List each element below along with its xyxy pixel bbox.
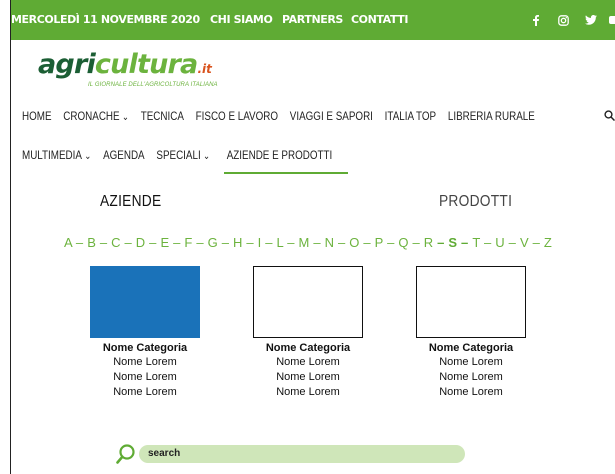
letter-separator: – xyxy=(96,235,112,250)
company-thumbnail[interactable] xyxy=(90,266,200,338)
letter-n[interactable]: N xyxy=(325,235,335,250)
letter-s[interactable]: S xyxy=(448,235,457,250)
active-nav-underline xyxy=(224,172,348,174)
main-nav-row-1: HOME CRONACHE ⌄ TECNICA FISCO E LAVORO VI… xyxy=(22,109,544,123)
company-thumbnail[interactable] xyxy=(416,266,526,338)
letter-z[interactable]: Z xyxy=(544,235,552,250)
letter-separator: – xyxy=(283,235,299,250)
instagram-icon[interactable] xyxy=(554,0,572,40)
letter-r[interactable]: R xyxy=(424,235,434,250)
search-icon[interactable] xyxy=(604,108,615,122)
letter-separator: – xyxy=(169,235,185,250)
card-name[interactable]: Nome Lorem xyxy=(253,355,363,370)
letter-a[interactable]: A xyxy=(64,235,72,250)
letter-e[interactable]: E xyxy=(160,235,169,250)
company-card[interactable]: Nome Categoria Nome Lorem Nome Lorem Nom… xyxy=(416,266,526,400)
letter-separator: – xyxy=(433,235,449,250)
chevron-down-icon: ⌄ xyxy=(122,112,129,123)
partners-link[interactable]: PARTNERS xyxy=(282,13,343,26)
chevron-down-icon: ⌄ xyxy=(203,151,211,162)
letter-g[interactable]: G xyxy=(208,235,218,250)
main-nav-row-2: MULTIMEDIA ⌄ AGENDA SPECIALI ⌄ AZIENDE E P… xyxy=(22,148,341,162)
letter-separator: – xyxy=(480,235,496,250)
letter-p[interactable]: P xyxy=(375,235,384,250)
letter-h[interactable]: H xyxy=(233,235,243,250)
site-logo[interactable]: agricultura.it IL GIORNALE DELL'AGRICOLT… xyxy=(38,49,228,95)
card-name[interactable]: Nome Lorem xyxy=(416,385,526,400)
letter-c[interactable]: C xyxy=(111,235,121,250)
search-placeholder: search xyxy=(148,448,181,459)
letter-d[interactable]: D xyxy=(136,235,146,250)
letter-separator: – xyxy=(309,235,325,250)
chi-siamo-link[interactable]: CHI SIAMO xyxy=(210,13,273,26)
alphabet-filter: A – B – C – D – E – F – G – H – I – L – … xyxy=(0,235,615,250)
card-name[interactable]: Nome Lorem xyxy=(253,370,363,385)
card-name[interactable]: Nome Lorem xyxy=(416,355,526,370)
letter-separator: – xyxy=(192,235,208,250)
nav-item-italia-top[interactable]: ITALIA TOP xyxy=(385,109,436,123)
letter-separator: – xyxy=(120,235,136,250)
company-thumbnail[interactable] xyxy=(253,266,363,338)
nav-item-agenda[interactable]: AGENDA xyxy=(103,148,145,162)
letter-separator: – xyxy=(242,235,258,250)
letter-separator: – xyxy=(383,235,399,250)
alphabet-letters: A – B – C – D – E – F – G – H – I – L – … xyxy=(64,235,552,250)
card-category: Nome Categoria xyxy=(102,342,188,354)
current-date: MERCOLEDÌ 11 NOVEMBRE 2020 xyxy=(11,13,200,26)
letter-b[interactable]: B xyxy=(87,235,96,250)
top-bar: MERCOLEDÌ 11 NOVEMBRE 2020 CHI SIAMO PAR… xyxy=(11,0,615,40)
letter-o[interactable]: O xyxy=(349,235,359,250)
card-name[interactable]: Nome Lorem xyxy=(90,385,200,400)
letter-m[interactable]: M xyxy=(299,235,310,250)
card-category: Nome Categoria xyxy=(265,342,351,354)
nav-item-home[interactable]: HOME xyxy=(22,109,52,123)
letter-u[interactable]: U xyxy=(495,235,505,250)
facebook-icon[interactable] xyxy=(527,0,545,40)
letter-separator: – xyxy=(359,235,375,250)
company-card[interactable]: Nome Categoria Nome Lorem Nome Lorem Nom… xyxy=(90,266,200,400)
letter-separator: – xyxy=(72,235,88,250)
letter-v[interactable]: V xyxy=(520,235,529,250)
letter-separator: – xyxy=(217,235,233,250)
letter-separator: – xyxy=(408,235,424,250)
nav-item-libreria-rurale[interactable]: LIBRERIA RURALE xyxy=(448,109,535,123)
page: MERCOLEDÌ 11 NOVEMBRE 2020 CHI SIAMO PAR… xyxy=(0,0,615,474)
tab-aziende[interactable]: AZIENDE xyxy=(100,193,161,211)
logo-wordmark: agricultura.it xyxy=(38,49,212,80)
youtube-icon[interactable] xyxy=(608,0,615,40)
letter-separator: – xyxy=(528,235,544,250)
nav-item-multimedia[interactable]: MULTIMEDIA ⌄ xyxy=(22,148,91,162)
search-input[interactable]: search xyxy=(139,445,465,463)
letter-separator: – xyxy=(334,235,350,250)
card-name[interactable]: Nome Lorem xyxy=(90,370,200,385)
letter-separator: – xyxy=(145,235,161,250)
letter-f[interactable]: F xyxy=(184,235,192,250)
card-name[interactable]: Nome Lorem xyxy=(90,355,200,370)
letter-separator: – xyxy=(457,235,473,250)
company-card[interactable]: Nome Categoria Nome Lorem Nome Lorem Nom… xyxy=(253,266,363,400)
tab-prodotti[interactable]: PRODOTTI xyxy=(439,193,512,211)
chevron-down-icon: ⌄ xyxy=(84,151,92,162)
card-name[interactable]: Nome Lorem xyxy=(416,370,526,385)
letter-separator: – xyxy=(504,235,520,250)
letter-q[interactable]: Q xyxy=(398,235,408,250)
nav-item-viaggi-e-sapori[interactable]: VIAGGI E SAPORI xyxy=(290,109,373,123)
letter-separator: – xyxy=(261,235,277,250)
nav-item-aziende-e-prodotti[interactable]: AZIENDE E PRODOTTI xyxy=(227,148,333,162)
contatti-link[interactable]: CONTATTI xyxy=(351,13,408,26)
logo-tagline: IL GIORNALE DELL'AGRICOLTURA ITALIANA xyxy=(88,82,218,88)
nav-item-fisco-e-lavoro[interactable]: FISCO E LAVORO xyxy=(196,109,278,123)
nav-item-cronache[interactable]: CRONACHE ⌄ xyxy=(63,109,129,123)
twitter-icon[interactable] xyxy=(582,0,600,40)
card-name[interactable]: Nome Lorem xyxy=(253,385,363,400)
nav-item-tecnica[interactable]: TECNICA xyxy=(141,109,184,123)
nav-item-speciali[interactable]: SPECIALI ⌄ xyxy=(156,148,210,162)
search-icon[interactable] xyxy=(116,443,136,465)
card-category: Nome Categoria xyxy=(428,342,514,354)
